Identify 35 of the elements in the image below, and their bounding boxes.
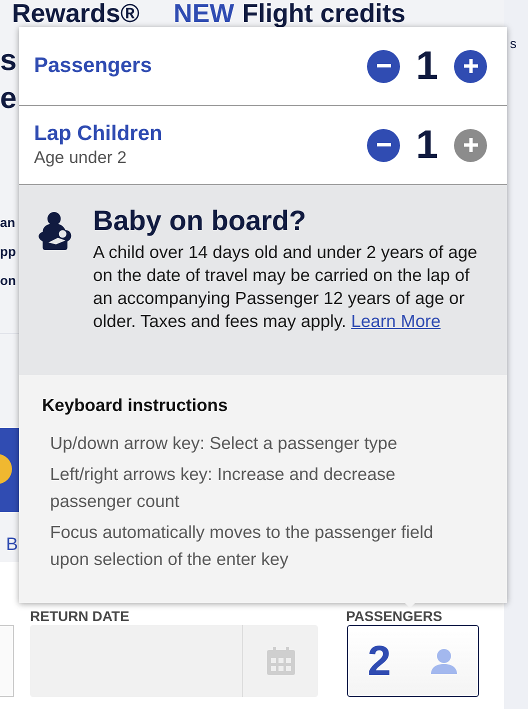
text-fragment: an xyxy=(0,214,16,232)
promo-label: NEW xyxy=(174,0,234,26)
text-fragment: pp xyxy=(0,243,16,261)
age-hint: Age under 2 xyxy=(34,148,128,168)
decrease-button[interactable] xyxy=(367,128,400,162)
increase-button[interactable] xyxy=(454,50,487,82)
notice-text: A child over 14 days old and under 2 years of age on the date of travel may be carried on the lap of an accompanying Passenger 12 years of age or older. Taxes and fees may apply. Learn More xyxy=(93,241,478,333)
plus-icon xyxy=(464,59,478,73)
field-label: PASSENGERS xyxy=(346,608,442,624)
text-fragment: s xyxy=(510,36,516,51)
page-heading: Rewards® xyxy=(12,0,140,26)
plus-icon xyxy=(464,138,478,152)
instructions-title: Keyboard instructions xyxy=(42,395,229,416)
person-icon xyxy=(430,647,458,675)
field-label: RETURN DATE xyxy=(30,608,130,624)
passenger-type-label: Lap Children xyxy=(34,122,162,146)
promo-text: Flight credits xyxy=(242,0,406,26)
text-fragment: on xyxy=(0,272,16,290)
date-field[interactable] xyxy=(30,625,318,697)
instruction-text: Left/right arrows key: Increase and decrease passenger count xyxy=(49,463,396,513)
instruction-text: Focus automatically moves to the passenger field upon selection of the enter key xyxy=(49,521,434,571)
passenger-field[interactable]: 2 xyxy=(347,625,479,697)
calendar-icon xyxy=(266,646,296,676)
heading-fragment: e xyxy=(0,81,17,117)
decrease-button[interactable] xyxy=(367,50,400,82)
heading-fragment: s xyxy=(0,43,17,79)
passenger-count: 1 xyxy=(414,122,440,168)
minus-icon xyxy=(376,64,390,68)
minus-icon xyxy=(376,143,390,147)
passenger-type-label: Passengers xyxy=(34,54,152,78)
learn-more-link[interactable]: Learn More xyxy=(351,311,441,331)
date-field[interactable] xyxy=(0,625,14,697)
notice-title: Baby on board? xyxy=(93,205,308,237)
instruction-text: Up/down arrow key: Select a passenger type xyxy=(49,432,398,455)
passenger-count: 1 xyxy=(414,44,440,88)
